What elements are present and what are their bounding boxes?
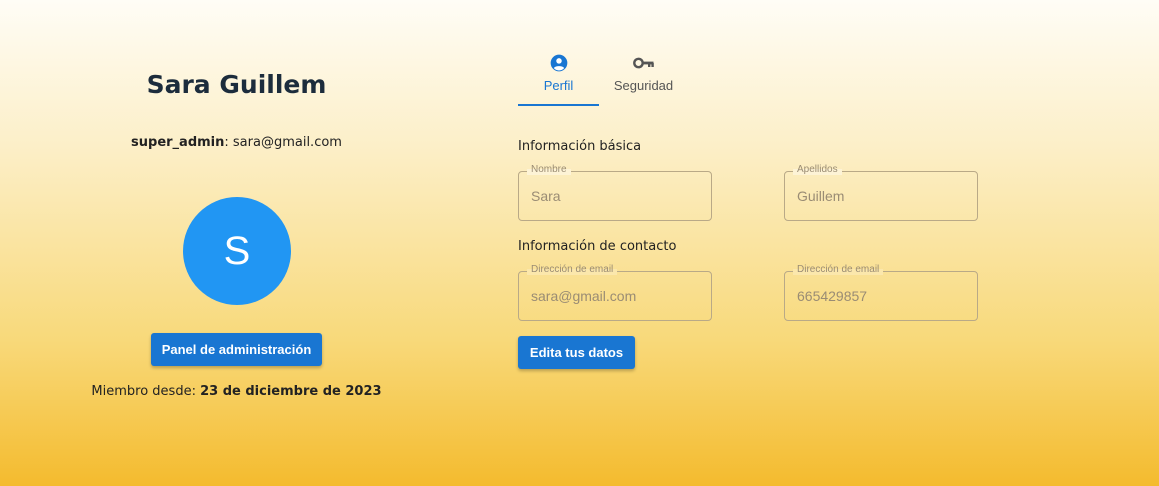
apellidos-value: Guillem [797,188,845,204]
email-label: Dirección de email [527,264,618,275]
nombre-label: Nombre [527,164,571,175]
apellidos-field[interactable]: Apellidos Guillem [784,164,978,221]
role-label: super_admin [131,135,225,150]
tab-seguridad[interactable]: Seguridad [603,53,684,106]
member-since-date: 23 de diciembre de 2023 [200,384,382,399]
basic-info-title: Información básica [518,139,642,154]
tab-perfil[interactable]: Perfil [518,53,599,106]
member-since-label: Miembro desde: [91,384,196,399]
nombre-field[interactable]: Nombre Sara [518,164,712,221]
edit-data-button[interactable]: Edita tus datos [518,336,635,369]
profile-summary: Sara Guillem super_admin: sara@gmail.com… [0,0,473,486]
tab-perfil-label: Perfil [543,78,574,93]
profile-name: Sara Guillem [146,70,327,99]
email-field[interactable]: Dirección de email sara@gmail.com [518,264,712,321]
nombre-value: Sara [531,188,561,204]
contact-info-title: Información de contacto [518,239,677,254]
account-circle-icon [549,53,569,73]
avatar-initial: S [223,228,251,273]
profile-email: sara@gmail.com [232,135,342,150]
admin-panel-button[interactable]: Panel de administración [151,333,322,366]
phone-field[interactable]: Dirección de email 665429857 [784,264,978,321]
key-icon [632,53,655,73]
phone-label: Dirección de email [793,264,884,275]
avatar: S [183,197,291,305]
active-tab-indicator [518,104,599,106]
apellidos-label: Apellidos [793,164,842,175]
role-email-line: super_admin: sara@gmail.com [131,135,342,150]
tab-seguridad-label: Seguridad [613,78,674,93]
email-value: sara@gmail.com [531,288,637,304]
member-since: Miembro desde: 23 de diciembre de 2023 [0,384,473,399]
phone-value: 665429857 [797,288,868,304]
